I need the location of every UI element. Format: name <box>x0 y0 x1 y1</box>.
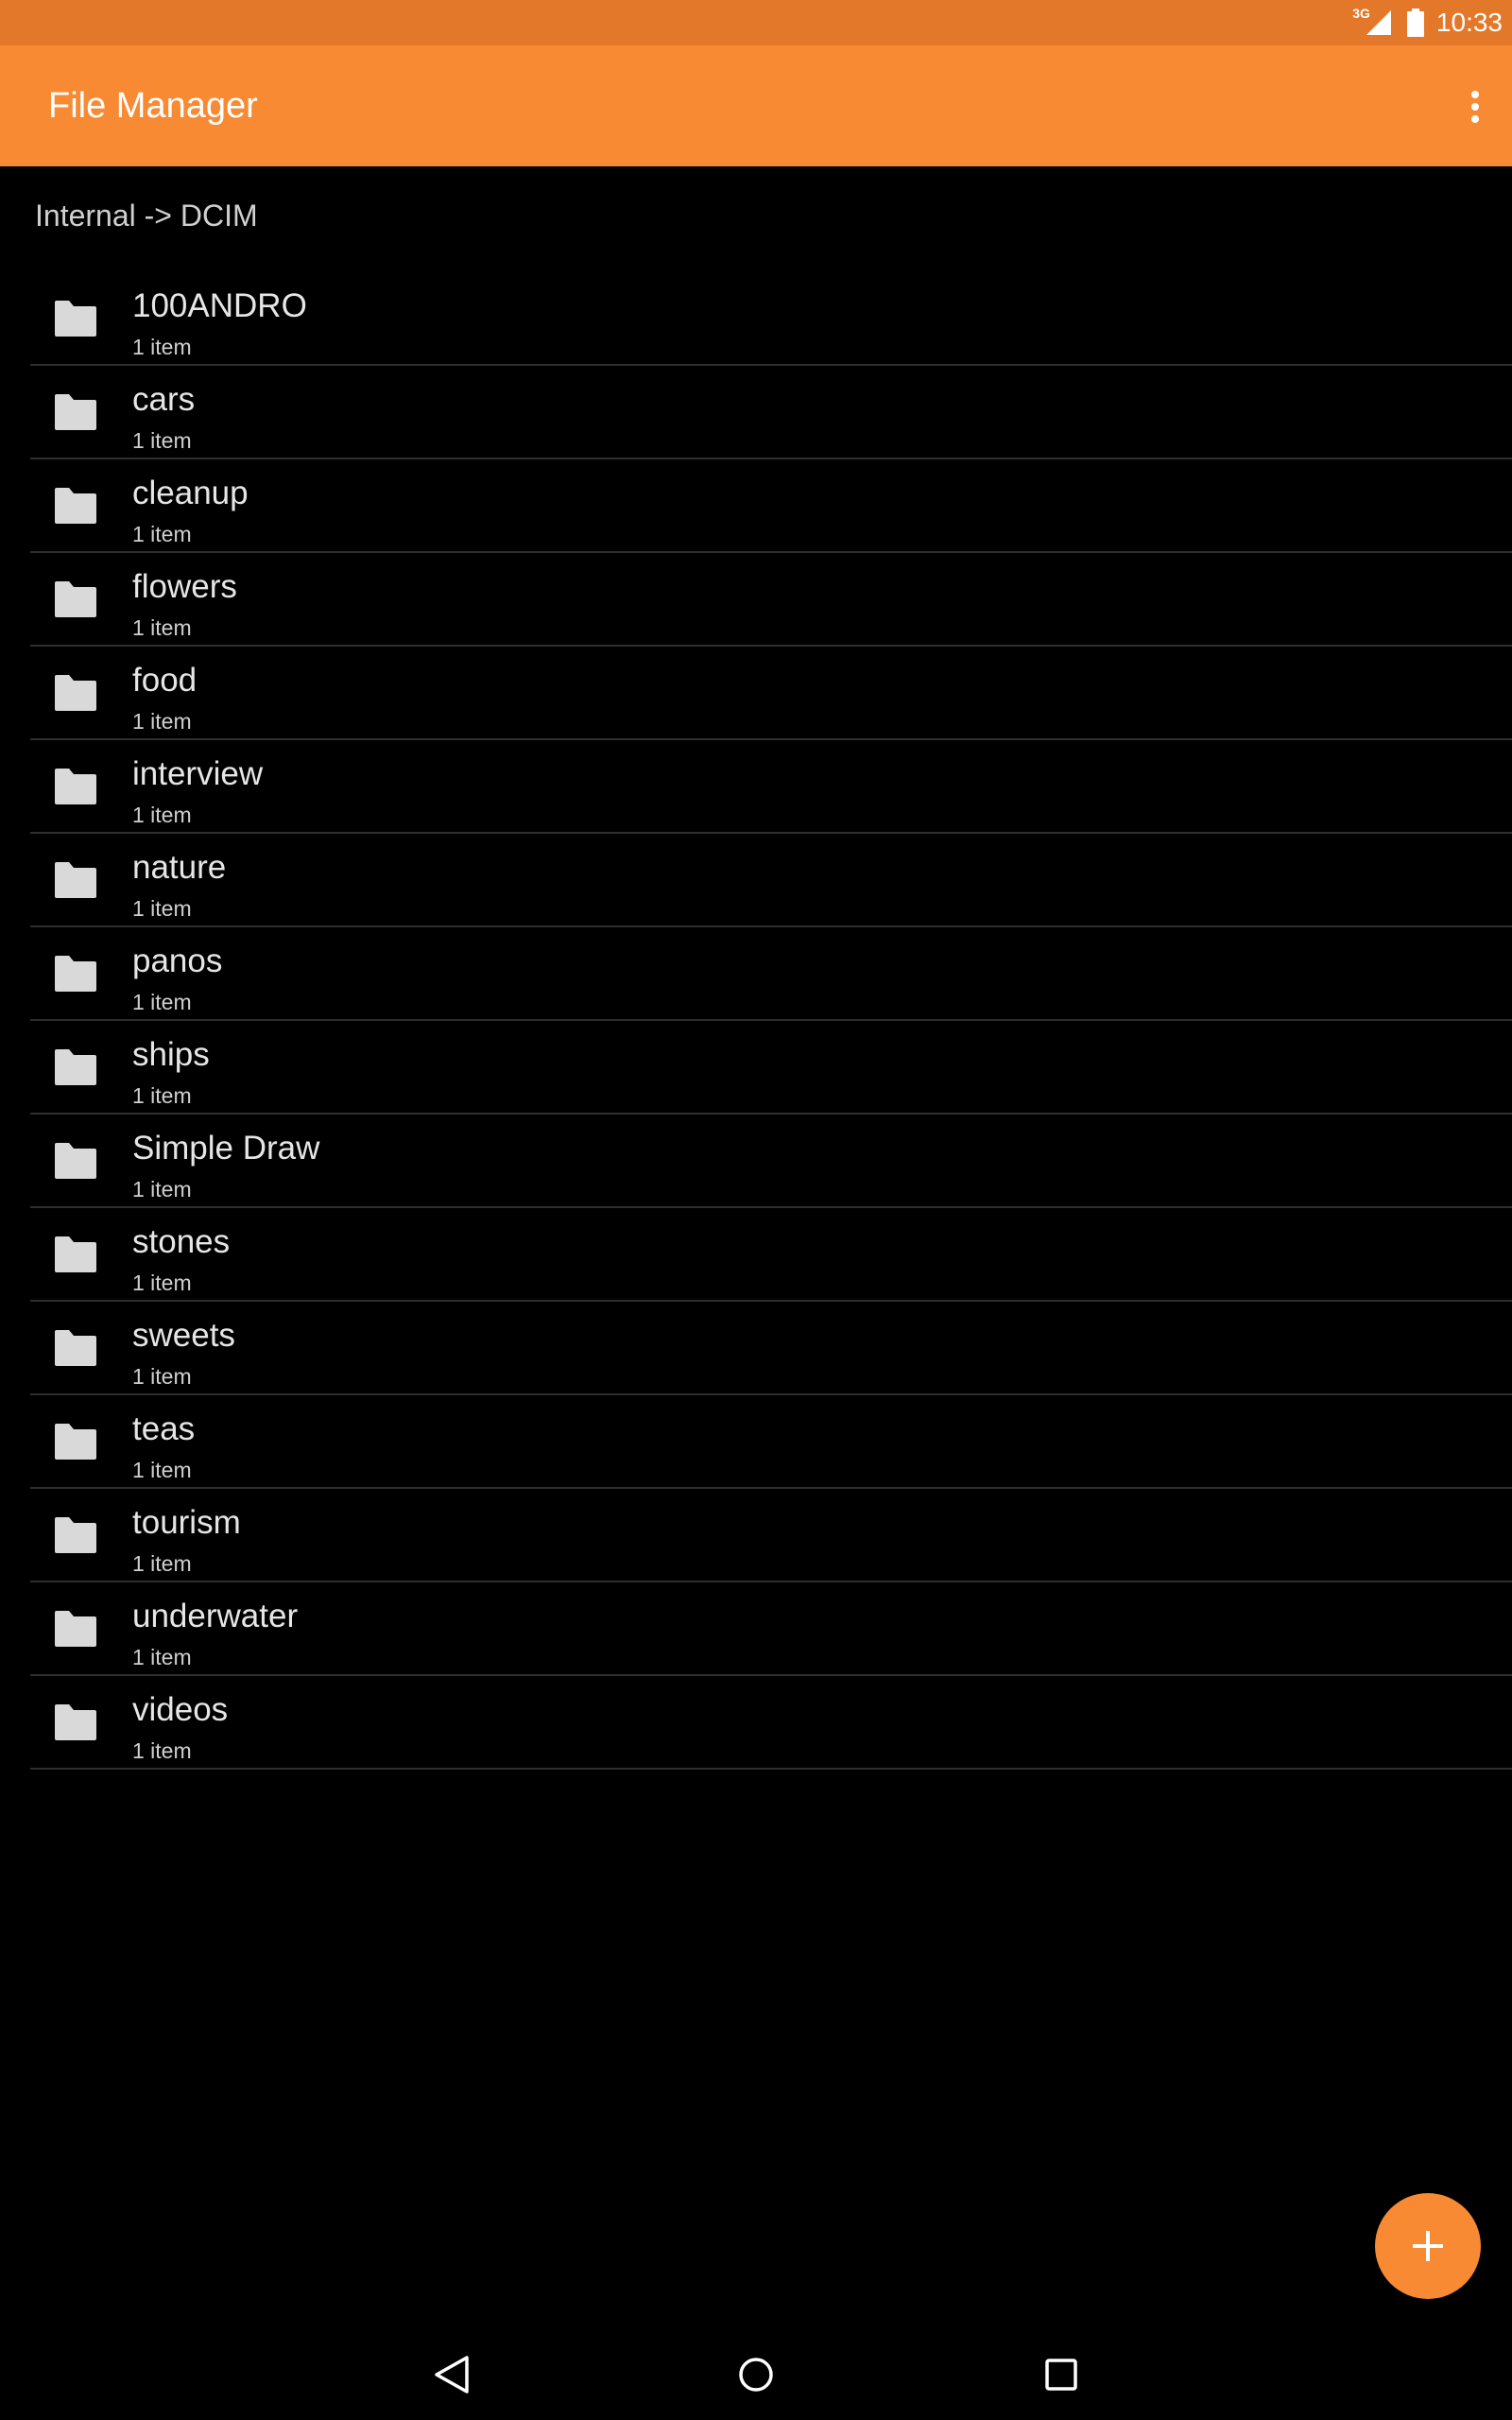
app-title: File Manager <box>48 86 258 126</box>
folder-item-count: 1 item <box>132 1270 192 1295</box>
folder-list-item[interactable]: 100ANDRO 1 item <box>30 272 1512 366</box>
folder-list-item[interactable]: nature 1 item <box>30 834 1512 927</box>
folder-list-item[interactable]: stones 1 item <box>30 1208 1512 1302</box>
folder-list-item[interactable]: cleanup 1 item <box>30 459 1512 553</box>
folder-list-item[interactable]: ships 1 item <box>30 1021 1512 1115</box>
folder-item-count: 1 item <box>132 709 192 734</box>
folder-item-count: 1 item <box>132 1083 192 1108</box>
folder-icon <box>55 301 96 337</box>
folder-icon <box>55 862 96 898</box>
folder-icon <box>55 581 96 617</box>
folder-name: interview <box>132 755 264 792</box>
folder-list: 100ANDRO 1 item cars 1 item cleanup 1 item flo… <box>30 272 1512 1770</box>
folder-name: flowers <box>132 568 237 605</box>
folder-icon <box>55 488 96 524</box>
folder-list-item[interactable]: food 1 item <box>30 647 1512 740</box>
folder-list-item[interactable]: underwater 1 item <box>30 1582 1512 1676</box>
folder-name: cleanup <box>132 475 249 511</box>
status-indicators: 3G 10:33 <box>1352 0 1503 45</box>
navigation-bar <box>0 2329 1512 2420</box>
breadcrumb[interactable]: Internal -> DCIM <box>35 199 258 233</box>
folder-name: underwater <box>132 1598 299 1634</box>
folder-item-count: 1 item <box>132 1645 192 1669</box>
plus-icon <box>1413 2231 1443 2261</box>
folder-name: nature <box>132 849 227 886</box>
folder-item-count: 1 item <box>132 803 192 827</box>
folder-icon <box>55 394 96 430</box>
folder-icon <box>55 1424 96 1460</box>
folder-list-item[interactable]: interview 1 item <box>30 740 1512 834</box>
folder-item-count: 1 item <box>132 615 192 640</box>
folder-name: stones <box>132 1223 231 1260</box>
folder-name: videos <box>132 1691 229 1728</box>
folder-list-item[interactable]: videos 1 item <box>30 1676 1512 1770</box>
folder-item-count: 1 item <box>132 428 192 453</box>
clock: 10:33 <box>1435 8 1503 37</box>
folder-icon <box>55 1704 96 1740</box>
folder-icon <box>55 1236 96 1272</box>
recents-icon[interactable] <box>1037 2350 1086 2399</box>
folder-name: Simple Draw <box>132 1130 320 1167</box>
home-icon[interactable] <box>731 2350 781 2399</box>
folder-name: ships <box>132 1036 210 1073</box>
folder-name: food <box>132 662 198 699</box>
status-bar: 3G 10:33 <box>0 0 1512 45</box>
folder-item-count: 1 item <box>132 1364 192 1389</box>
folder-item-count: 1 item <box>132 1551 192 1576</box>
battery-icon <box>1406 9 1424 37</box>
folder-list-item[interactable]: cars 1 item <box>30 366 1512 459</box>
folder-icon <box>55 769 96 804</box>
folder-item-count: 1 item <box>132 335 192 359</box>
folder-name: sweets <box>132 1317 235 1354</box>
more-vert-icon[interactable] <box>1452 81 1499 132</box>
folder-item-count: 1 item <box>132 896 192 921</box>
folder-item-count: 1 item <box>132 1738 192 1763</box>
folder-list-item[interactable]: sweets 1 item <box>30 1302 1512 1395</box>
folder-item-count: 1 item <box>132 522 192 546</box>
folder-icon <box>55 1330 96 1366</box>
back-icon[interactable] <box>427 2350 476 2399</box>
network-type-label: 3G <box>1352 6 1370 21</box>
folder-icon <box>55 675 96 711</box>
folder-list-item[interactable]: Simple Draw 1 item <box>30 1115 1512 1208</box>
folder-list-item[interactable]: panos 1 item <box>30 927 1512 1021</box>
folder-item-count: 1 item <box>132 990 192 1014</box>
folder-name: 100ANDRO <box>132 287 307 324</box>
folder-name: cars <box>132 381 196 418</box>
folder-list-item[interactable]: tourism 1 item <box>30 1489 1512 1582</box>
folder-name: panos <box>132 942 223 979</box>
app-bar: File Manager <box>0 45 1512 166</box>
folder-name: teas <box>132 1410 196 1447</box>
folder-list-item[interactable]: flowers 1 item <box>30 553 1512 647</box>
folder-icon <box>55 1049 96 1085</box>
folder-list-item[interactable]: teas 1 item <box>30 1395 1512 1489</box>
folder-name: tourism <box>132 1504 241 1541</box>
add-fab-button[interactable] <box>1375 2193 1481 2299</box>
folder-icon <box>55 1611 96 1647</box>
folder-item-count: 1 item <box>132 1177 192 1201</box>
folder-icon <box>55 1517 96 1553</box>
folder-icon <box>55 956 96 992</box>
folder-icon <box>55 1143 96 1179</box>
folder-item-count: 1 item <box>132 1458 192 1482</box>
